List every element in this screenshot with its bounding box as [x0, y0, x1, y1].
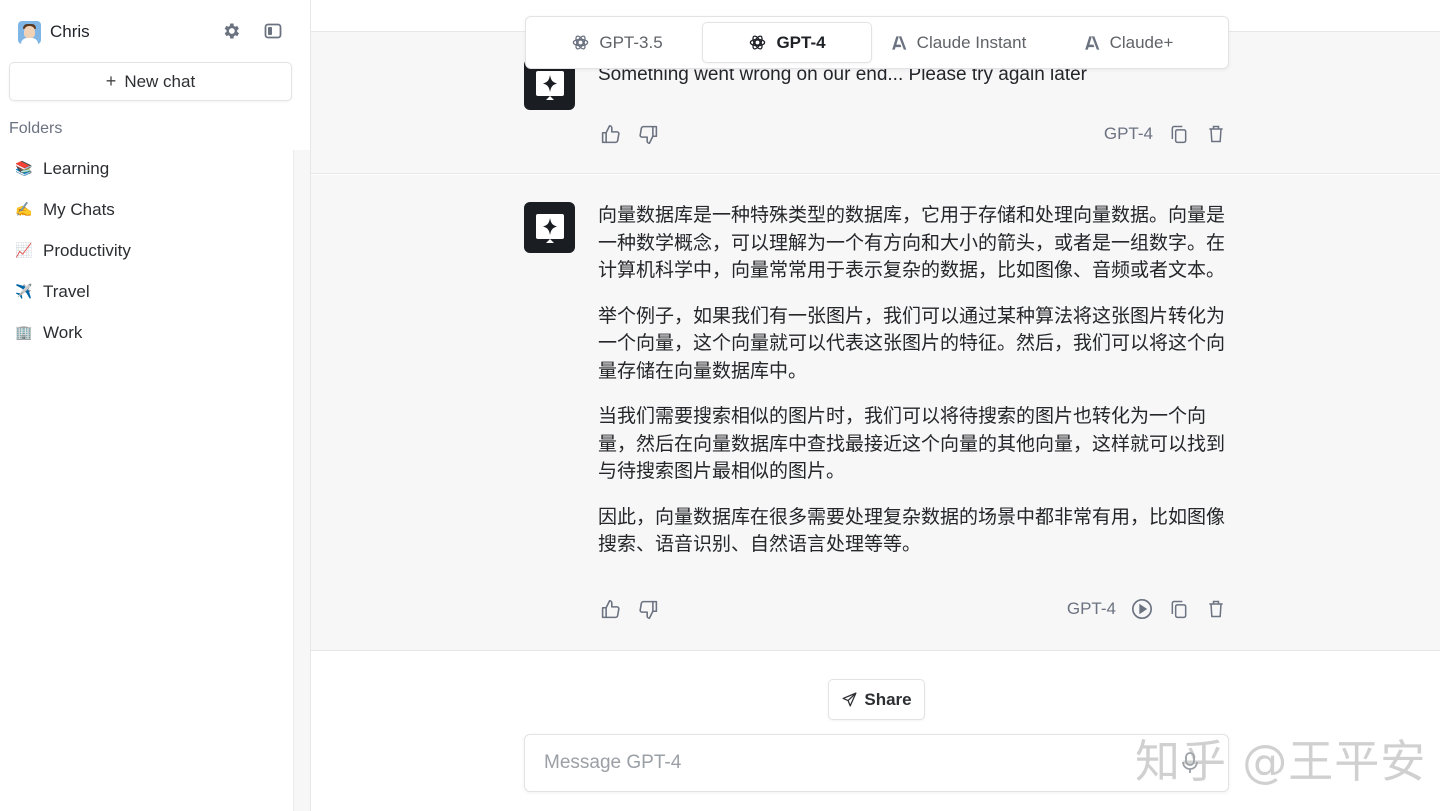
openai-icon: [750, 35, 766, 50]
openai-icon: [573, 35, 589, 50]
copy-icon[interactable]: [1167, 122, 1191, 146]
folder-item-learning[interactable]: 📚 Learning: [15, 148, 285, 189]
writing-hand-icon: ✍️: [15, 201, 33, 217]
message-composer: [524, 734, 1229, 792]
chart-up-icon: 📈: [15, 242, 33, 258]
chat-main: Something went wrong on our end... Pleas…: [311, 0, 1440, 811]
message-paragraph: 向量数据库是一种特殊类型的数据库，它用于存储和处理向量数据。向量是一种数学概念，…: [598, 205, 1226, 281]
new-chat-label: New chat: [124, 71, 196, 91]
message-paragraph: 当我们需要搜索相似的图片时，我们可以将待搜索的图片也转化为一个向量，然后在向量数…: [598, 406, 1226, 482]
thumbs-down-icon[interactable]: [636, 122, 660, 146]
send-icon: [842, 692, 857, 707]
folder-item-work[interactable]: 🏢 Work: [15, 312, 285, 353]
model-tab-claude-instant[interactable]: Claude Instant: [872, 22, 1042, 63]
new-chat-button[interactable]: + New chat: [9, 62, 292, 101]
message-paragraph: 因此，向量数据库在很多需要处理复杂数据的场景中都非常有用，比如图像搜索、语音识别…: [598, 506, 1226, 556]
model-tab-label: GPT-3.5: [599, 32, 663, 52]
share-button[interactable]: Share: [828, 679, 925, 720]
user-row[interactable]: Chris: [18, 20, 288, 44]
thumbs-up-icon[interactable]: [598, 597, 622, 621]
message-actions: GPT-4: [598, 596, 1228, 622]
sidebar: Chris + New chat Folders 📚 Learning ✍️ M…: [0, 0, 311, 811]
folder-label: Productivity: [43, 240, 131, 260]
model-badge: GPT-4: [1066, 599, 1116, 618]
folder-list: 📚 Learning ✍️ My Chats 📈 Productivity ✈️…: [15, 148, 285, 353]
play-icon[interactable]: [1130, 597, 1154, 621]
folder-label: Work: [43, 322, 83, 342]
sidebar-toggle-icon[interactable]: [262, 20, 284, 42]
gear-icon[interactable]: [220, 20, 242, 42]
bot-avatar: [524, 202, 575, 253]
books-icon: 📚: [15, 160, 33, 176]
share-label: Share: [864, 689, 912, 709]
model-tab-label: GPT-4: [776, 32, 826, 52]
message-input[interactable]: [525, 735, 1228, 791]
model-tab-claude-plus[interactable]: Claude+: [1042, 22, 1212, 63]
message-content: 向量数据库是一种特殊类型的数据库，它用于存储和处理向量数据。向量是一种数学概念，…: [598, 202, 1226, 577]
anthropic-icon: [1084, 35, 1099, 50]
folders-heading: Folders: [9, 120, 63, 137]
model-tab-label: Claude Instant: [916, 32, 1027, 52]
trash-icon[interactable]: [1204, 597, 1228, 621]
model-tab-label: Claude+: [1109, 32, 1174, 52]
folder-item-travel[interactable]: ✈️ Travel: [15, 271, 285, 312]
user-name: Chris: [50, 22, 90, 41]
model-badge: GPT-4: [1103, 124, 1153, 143]
folder-label: Learning: [43, 158, 110, 178]
avatar: [18, 20, 41, 44]
airplane-icon: ✈️: [15, 283, 33, 299]
app-window: Chris + New chat Folders 📚 Learning ✍️ M…: [0, 0, 1440, 811]
trash-icon[interactable]: [1204, 122, 1228, 146]
model-tab-gpt-4[interactable]: GPT-4: [702, 22, 872, 63]
assistant-message: 向量数据库是一种特殊类型的数据库，它用于存储和处理向量数据。向量是一种数学概念，…: [311, 175, 1440, 651]
plus-icon: +: [105, 71, 117, 91]
anthropic-icon: [891, 35, 907, 50]
folder-item-productivity[interactable]: 📈 Productivity: [15, 230, 285, 271]
message-actions: GPT-4: [598, 121, 1228, 147]
model-switcher: GPT-3.5 GPT-4 Claude Instant Claude+: [525, 16, 1229, 69]
folder-label: My Chats: [43, 199, 115, 219]
copy-icon[interactable]: [1167, 597, 1191, 621]
thumbs-up-icon[interactable]: [598, 122, 622, 146]
watermark: 知乎 @王平安: [1135, 735, 1427, 788]
sidebar-scrollbar[interactable]: [293, 150, 310, 811]
office-building-icon: 🏢: [15, 324, 33, 340]
folder-item-my-chats[interactable]: ✍️ My Chats: [15, 189, 285, 230]
model-tab-gpt-3-5[interactable]: GPT-3.5: [532, 22, 702, 63]
folder-label: Travel: [43, 281, 90, 301]
thumbs-down-icon[interactable]: [636, 597, 660, 621]
message-paragraph: 举个例子，如果我们有一张图片，我们可以通过某种算法将这张图片转化为一个向量，这个…: [598, 305, 1226, 382]
